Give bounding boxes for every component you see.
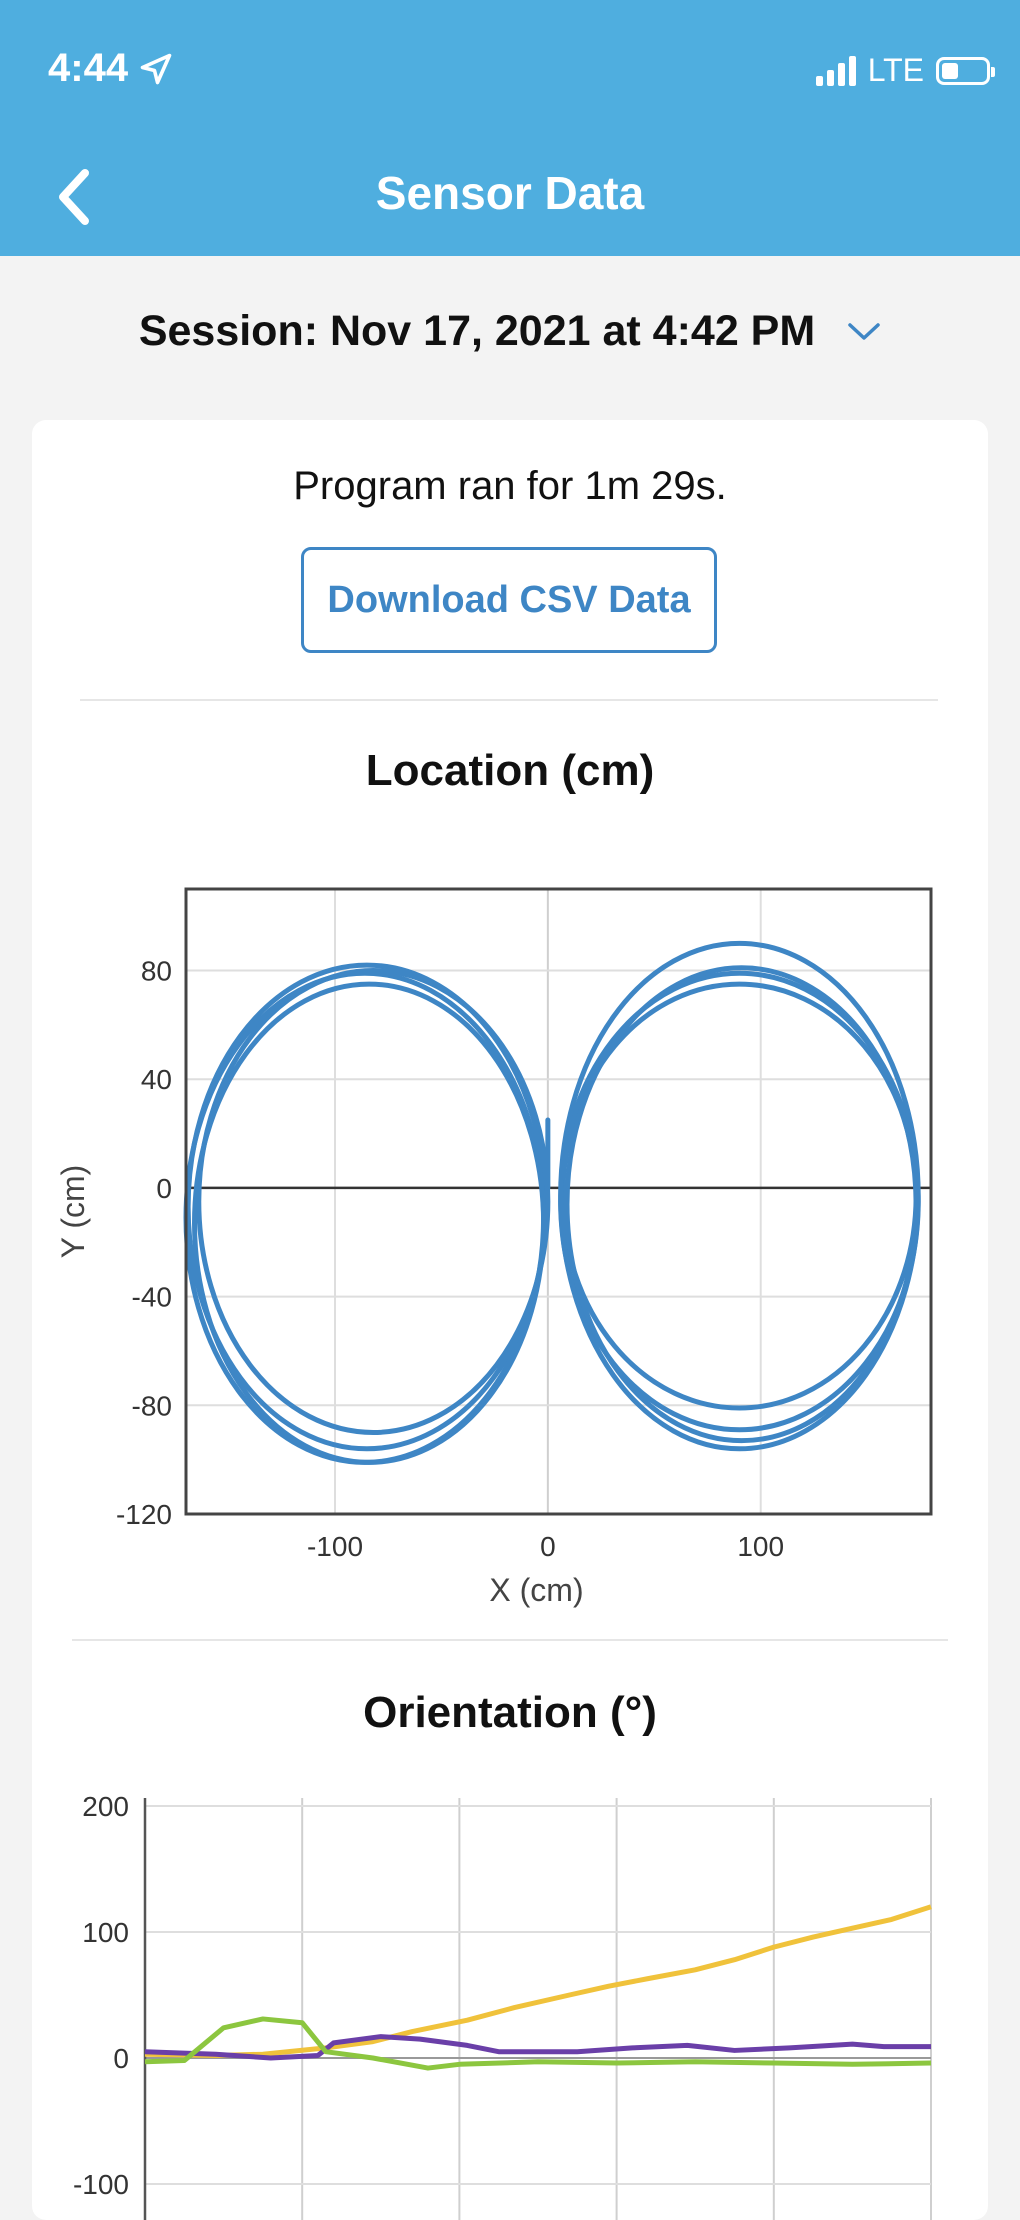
location-arrow-icon (140, 53, 172, 84)
x-axis-label: X (cm) (489, 1572, 583, 1608)
session-selector[interactable]: Session: Nov 17, 2021 at 4:42 PM (0, 307, 1020, 356)
x-tick-label: 100 (737, 1531, 784, 1562)
divider (72, 1639, 948, 1641)
y-tick-label: -120 (116, 1499, 172, 1530)
location-chart: -100 0 100 80 40 0 -40 -80 -120 X (cm) Y (cm) (55, 887, 933, 1608)
y-tick-label: 40 (141, 1064, 172, 1095)
y-tick-label: 100 (82, 1917, 129, 1948)
y-tick-label: 200 (82, 1791, 129, 1822)
y-axis-label: Y (cm) (55, 1165, 91, 1259)
orientation-series-line-1 (144, 1904, 932, 2058)
orientation-series-line-3 (144, 2016, 932, 2071)
battery-icon (936, 56, 995, 85)
y-tick-label: -80 (132, 1390, 172, 1421)
app-header: 4:44 LTE Sensor Data (0, 0, 1020, 256)
chevron-down-icon (848, 322, 880, 340)
divider (80, 699, 938, 701)
location-chart-title: Location (cm) (365, 746, 655, 795)
trajectory-loop (560, 981, 919, 1411)
x-tick-label: -100 (307, 1531, 363, 1562)
runtime-text: Program ran for 1m 29s. (293, 464, 727, 508)
orientation-chart-title: Orientation (°) (363, 1688, 657, 1737)
y-tick-label: -100 (73, 2169, 129, 2200)
status-indicators: LTE (815, 52, 995, 89)
status-time: 4:44 (48, 46, 174, 91)
page-title: Sensor Data (375, 167, 645, 219)
trajectory-loop (564, 965, 919, 1444)
y-tick-label: -40 (132, 1282, 172, 1313)
download-csv-button[interactable]: Download CSV Data (301, 547, 717, 653)
cellular-signal-icon (815, 55, 856, 86)
status-time-label: 4:44 (48, 46, 129, 90)
session-label: Session: Nov 17, 2021 at 4:42 PM (138, 307, 816, 355)
x-tick-label: 0 (540, 1531, 556, 1562)
network-type-label: LTE (867, 52, 924, 88)
y-tick-label: 0 (113, 2043, 129, 2074)
y-tick-label: 80 (141, 956, 172, 987)
trajectory-loop (183, 970, 547, 1465)
orientation-chart: 200 100 0 -100 (73, 1791, 932, 2220)
trajectory-loop (192, 981, 547, 1465)
sensor-card: Program ran for 1m 29s. Download CSV Dat… (32, 420, 988, 2220)
y-tick-label: 0 (156, 1173, 172, 1204)
